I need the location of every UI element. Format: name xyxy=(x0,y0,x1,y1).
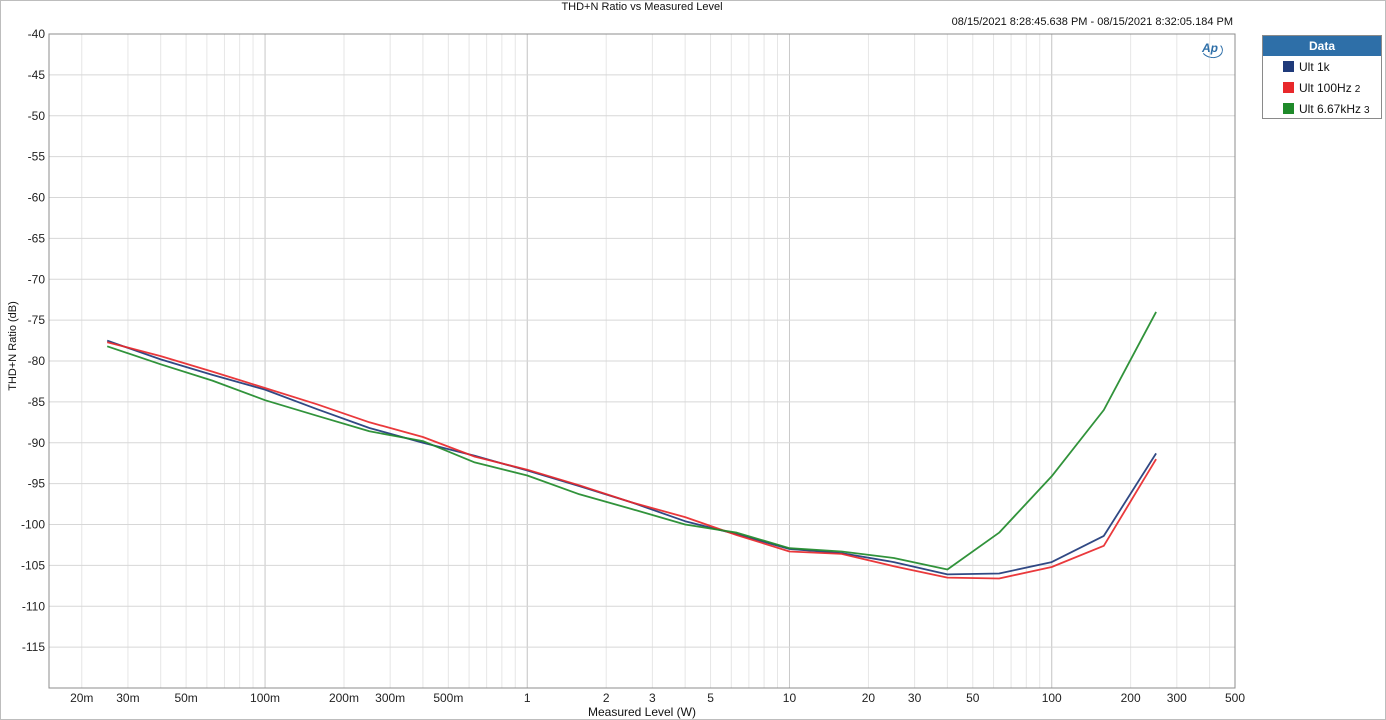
x-tick-label: 3 xyxy=(649,691,656,705)
y-tick-label: -55 xyxy=(28,150,46,164)
chart-window: THD+N Ratio vs Measured Level 08/15/2021… xyxy=(0,0,1386,720)
x-tick-label: 200m xyxy=(329,691,359,705)
x-tick-label: 20m xyxy=(70,691,93,705)
legend-suffix: 3 xyxy=(1364,105,1370,116)
x-tick-label: 2 xyxy=(603,691,610,705)
x-tick-label: 1 xyxy=(524,691,531,705)
y-tick-label: -60 xyxy=(28,191,46,205)
y-tick-label: -110 xyxy=(22,599,45,613)
legend-item-ult-100hz[interactable]: Ult 100Hz 2 xyxy=(1263,77,1381,98)
y-tick-label: -50 xyxy=(28,109,46,123)
y-tick-label: -105 xyxy=(21,558,45,572)
legend-label: Ult 1k xyxy=(1299,59,1330,74)
x-tick-label: 500 xyxy=(1225,691,1245,705)
y-tick-label: -95 xyxy=(28,477,46,491)
x-tick-label: 300 xyxy=(1167,691,1187,705)
y-tick-label: -70 xyxy=(28,272,46,286)
legend-panel[interactable]: Data Ult 1k Ult 100Hz 2 Ult 6.67kHz 3 xyxy=(1262,35,1382,119)
legend-label: Ult 6.67kHz xyxy=(1299,101,1362,116)
legend-item-ult-6-67khz[interactable]: Ult 6.67kHz 3 xyxy=(1263,98,1381,119)
legend-item-ult-1k[interactable]: Ult 1k xyxy=(1263,56,1381,77)
y-tick-label: -40 xyxy=(28,27,46,41)
y-tick-label: -85 xyxy=(28,395,46,409)
y-tick-label: -45 xyxy=(28,68,46,82)
x-tick-label: 200 xyxy=(1121,691,1141,705)
x-tick-label: 500m xyxy=(433,691,463,705)
legend-swatch-ult-1k xyxy=(1283,61,1294,72)
x-tick-label: 5 xyxy=(707,691,714,705)
y-tick-label: -90 xyxy=(28,436,46,450)
chart-plot: -40 -45 -50 -55 -60 -65 -70 -75 -80 -85 -90 -95 -100… xyxy=(7,27,1245,719)
x-tick-label: 30 xyxy=(908,691,922,705)
ap-logo: Ap xyxy=(1202,41,1218,55)
y-tick-label: -115 xyxy=(22,640,45,654)
legend-label: Ult 100Hz xyxy=(1299,80,1352,95)
x-axis-label: Measured Level (W) xyxy=(588,705,696,719)
y-tick-label: -80 xyxy=(28,354,46,368)
y-tick-label: -65 xyxy=(28,231,46,245)
y-tick-label: -100 xyxy=(21,518,45,532)
y-tick-label: -75 xyxy=(28,313,46,327)
x-tick-label: 30m xyxy=(116,691,139,705)
legend-suffix: 2 xyxy=(1354,84,1361,95)
y-axis-label: THD+N Ratio (dB) xyxy=(7,301,19,391)
legend-title: Data xyxy=(1263,36,1381,56)
legend-swatch-ult-100hz xyxy=(1283,82,1294,93)
x-tick-label: 100 xyxy=(1042,691,1062,705)
x-tick-label: 10 xyxy=(783,691,797,705)
x-tick-label: 300m xyxy=(375,691,405,705)
x-tick-label: 50m xyxy=(174,691,197,705)
x-tick-label: 50 xyxy=(966,691,980,705)
legend-swatch-ult-6-67khz xyxy=(1283,103,1294,114)
x-tick-label: 100m xyxy=(250,691,280,705)
x-tick-label: 20 xyxy=(862,691,876,705)
